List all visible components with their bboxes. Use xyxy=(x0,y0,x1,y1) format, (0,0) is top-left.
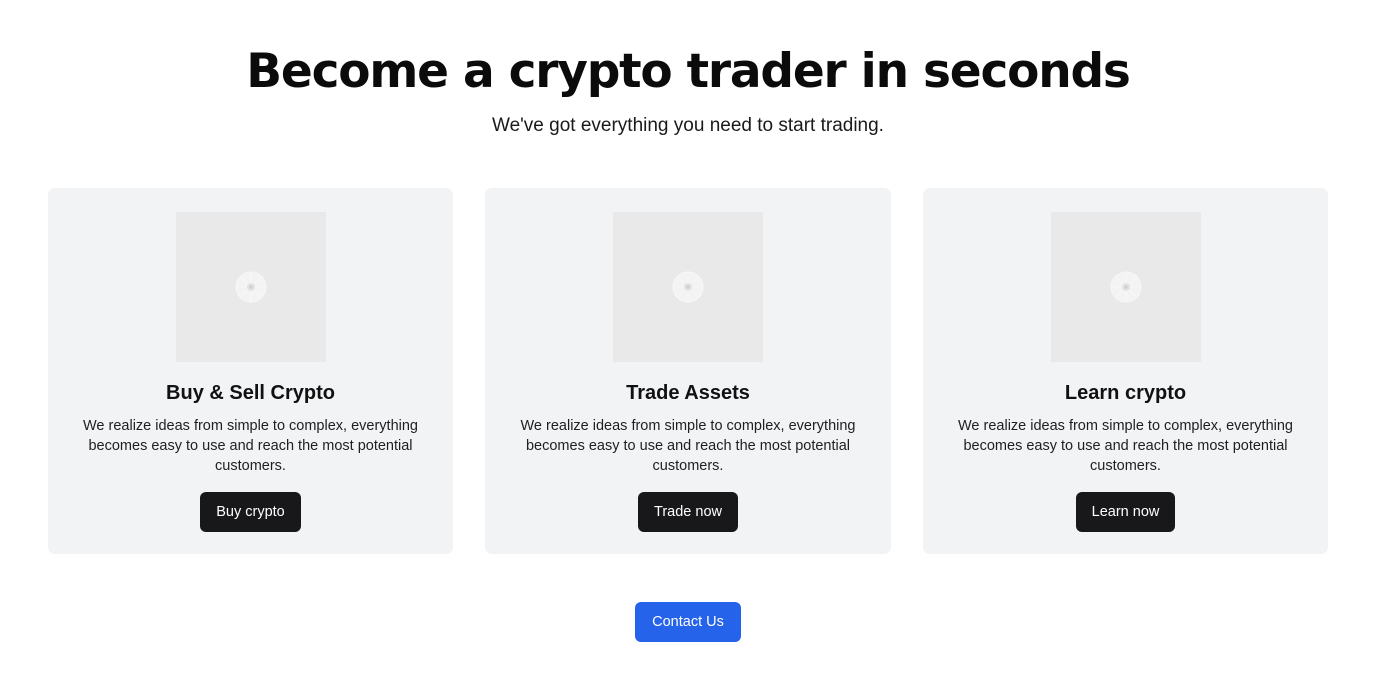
card-image xyxy=(175,212,326,362)
card-description: We realize ideas from simple to complex,… xyxy=(520,418,856,474)
image-placeholder-icon xyxy=(235,271,266,303)
card-learn-crypto: Learn crypto We realize ideas from simpl… xyxy=(923,188,1328,554)
page: Become a crypto trader in seconds We've … xyxy=(0,0,1376,690)
card-title: Learn crypto xyxy=(1064,382,1187,404)
page-title: Become a crypto trader in seconds xyxy=(246,44,1131,99)
trade-now-button[interactable]: Trade now xyxy=(638,492,738,532)
feature-cards: Buy & Sell Crypto We realize ideas from … xyxy=(48,188,1328,554)
image-placeholder-icon xyxy=(672,271,704,303)
buy-crypto-button[interactable]: Buy crypto xyxy=(200,492,301,532)
learn-now-button[interactable]: Learn now xyxy=(1075,492,1176,532)
card-trade-assets: Trade Assets We realize ideas from simpl… xyxy=(485,188,891,554)
card-description: We realize ideas from simple to complex,… xyxy=(83,418,418,474)
card-title: Buy & Sell Crypto xyxy=(166,382,335,404)
card-buy-sell: Buy & Sell Crypto We realize ideas from … xyxy=(48,188,453,554)
image-placeholder-icon xyxy=(1110,271,1141,303)
card-image xyxy=(1050,212,1201,362)
page-subtitle: We've got everything you need to start t… xyxy=(492,115,884,136)
card-description: We realize ideas from simple to complex,… xyxy=(958,418,1293,474)
card-title: Trade Assets xyxy=(626,382,750,404)
card-image xyxy=(613,212,763,362)
contact-us-button[interactable]: Contact Us xyxy=(635,602,741,642)
